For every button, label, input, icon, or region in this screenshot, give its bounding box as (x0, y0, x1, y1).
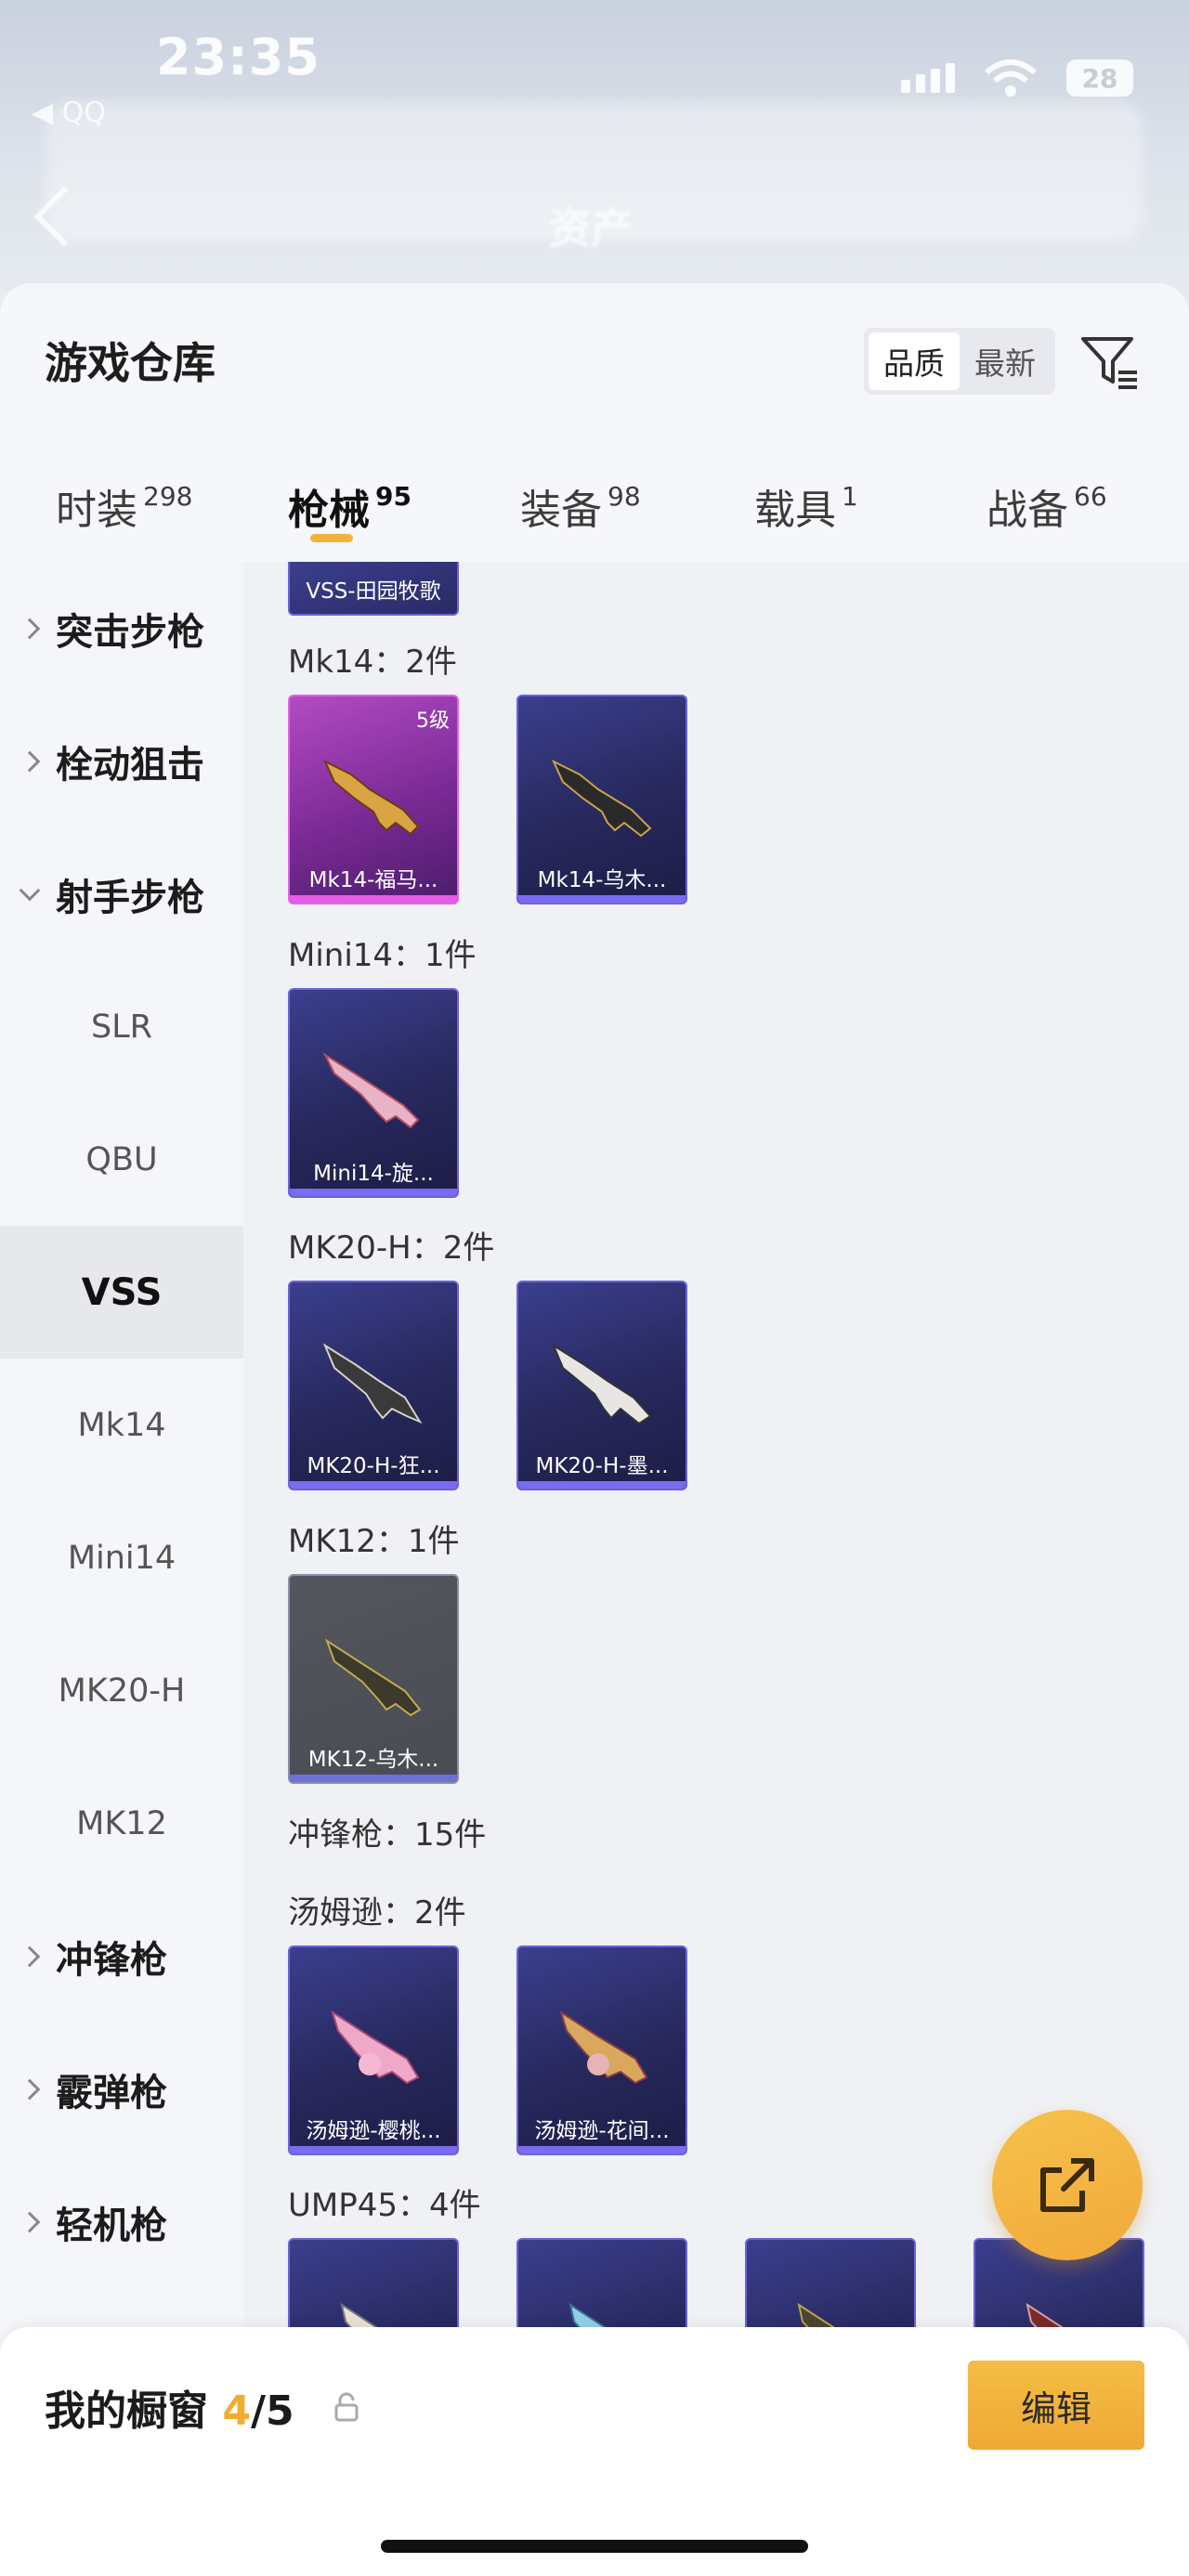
card-label: MK20-H-墨... (535, 1454, 669, 1478)
card-label: Mk14-乌木... (537, 868, 667, 892)
home-indicator (381, 2540, 808, 2553)
rifle-icon (322, 759, 420, 836)
skin-card-mk20h-2[interactable]: MK20-H-墨... (516, 1281, 687, 1490)
sidebar-item-mk14[interactable]: Mk14 (0, 1359, 243, 1491)
rifle-icon (551, 1343, 652, 1425)
chevron-right-icon (19, 1945, 41, 1967)
smg-icon (331, 2010, 420, 2085)
showcase-bar: 我的橱窗 4/5 编辑 (0, 2327, 1189, 2576)
level-badge: 5级 (416, 709, 450, 733)
card-label: VSS-田园牧歌 (306, 579, 441, 604)
edit-button[interactable]: 编辑 (968, 2361, 1144, 2450)
sidebar-group-lmg[interactable]: 轻机枪 (0, 2155, 243, 2288)
status-icons: 28 (901, 58, 1133, 98)
lock-icon (334, 2392, 359, 2422)
sidebar-group-shotgun[interactable]: 霰弹枪 (0, 2023, 243, 2155)
skin-card-mk14-2[interactable]: Mk14-乌木... (516, 695, 687, 904)
warehouse-title: 游戏仓库 (45, 338, 216, 388)
wifi-icon (985, 59, 1037, 97)
sidebar-item-slr[interactable]: SLR (0, 960, 243, 1093)
section-label-mk20h: MK20-H：2件 (288, 1229, 495, 1267)
card-label: Mini14-旋... (313, 1162, 434, 1186)
weapon-list: VSS-田园牧歌 Mk14：2件 5级 Mk14-福马... Mk14-乌木..… (243, 562, 1189, 2576)
smg-icon (559, 2010, 648, 2085)
showcase-total: /5 (250, 2387, 294, 2435)
showcase-count: 4 (222, 2387, 251, 2435)
section-label-smg: 冲锋枪：15件 (288, 1816, 487, 1854)
skin-card-mk20h-1[interactable]: MK20-H-狂... (288, 1281, 459, 1490)
card-label: 汤姆逊-花间... (534, 2119, 670, 2143)
skin-card-tommy-1[interactable]: 汤姆逊-樱桃... (288, 1945, 459, 2155)
weapon-category-sidebar: 突击步枪 栓动狙击 射手步枪 SLR QBU VSS Mk14 Mini14 M… (0, 562, 243, 2576)
active-tab-indicator (310, 534, 353, 542)
section-label-mk12: MK12：1件 (288, 1523, 460, 1560)
section-label-mk14: Mk14：2件 (288, 644, 457, 681)
skin-card-vss[interactable]: VSS-田园牧歌 (288, 562, 459, 616)
warehouse-sheet: 游戏仓库 品质 最新 时装 298 枪械 95 装备 98 载具 1 战备 66 突击步枪… (0, 283, 1189, 2576)
rifle-icon (325, 1638, 422, 1717)
showcase-title: 我的橱窗 4/5 (45, 2387, 294, 2435)
sort-latest-option[interactable]: 最新 (960, 332, 1051, 390)
sidebar-item-mk20h[interactable]: MK20-H (0, 1624, 243, 1757)
chevron-right-icon (19, 2078, 41, 2100)
sidebar-group-bolt-sniper[interactable]: 栓动狙击 (0, 695, 243, 827)
chevron-right-icon (19, 618, 41, 639)
share-button[interactable] (992, 2110, 1143, 2260)
skin-card-mini14-1[interactable]: Mini14-旋... (288, 988, 459, 1198)
chevron-down-icon (19, 879, 41, 901)
battery-icon: 28 (1066, 59, 1133, 97)
background-header: 23:35 ◀ QQ 28 资产 (0, 0, 1189, 297)
chevron-right-icon (19, 750, 41, 772)
sidebar-item-qbu[interactable]: QBU (0, 1093, 243, 1226)
sort-quality-option[interactable]: 品质 (869, 332, 960, 390)
sidebar-group-marksman-rifle[interactable]: 射手步枪 (0, 827, 243, 960)
skin-card-mk14-1[interactable]: 5级 Mk14-福马... (288, 695, 459, 904)
rifle-icon (551, 759, 652, 838)
sidebar-item-mk12[interactable]: MK12 (0, 1757, 243, 1890)
sidebar-item-mini14[interactable]: Mini14 (0, 1491, 243, 1624)
back-to-app-link[interactable]: ◀ QQ (32, 97, 106, 129)
chevron-right-icon (19, 2211, 41, 2232)
status-time: 23:35 (156, 28, 320, 86)
blurred-page-title: 资产 (548, 203, 634, 254)
sidebar-item-vss[interactable]: VSS (0, 1226, 243, 1359)
card-label: 汤姆逊-樱桃... (306, 2119, 441, 2143)
card-label: MK20-H-狂... (307, 1454, 440, 1478)
rifle-icon (322, 1343, 423, 1425)
category-tabs: 时装 298 枪械 95 装备 98 载具 1 战备 66 (0, 449, 1189, 551)
sort-toggle: 品质 最新 (864, 328, 1055, 395)
signal-icon (901, 63, 955, 93)
card-label: Mk14-福马... (308, 868, 438, 892)
filter-icon[interactable] (1078, 330, 1143, 395)
section-label-ump45: UMP45：4件 (288, 2187, 481, 2224)
section-label-mini14: Mini14：1件 (288, 937, 477, 974)
card-label: MK12-乌木... (307, 1748, 439, 1772)
external-link-icon (1040, 2158, 1094, 2212)
sheet-header: 游戏仓库 品质 最新 时装 298 枪械 95 装备 98 载具 1 战备 66 (0, 283, 1189, 562)
skin-card-tommy-2[interactable]: 汤姆逊-花间... (516, 1945, 687, 2155)
sidebar-group-smg[interactable]: 冲锋枪 (0, 1890, 243, 2023)
sidebar-group-assault-rifle[interactable]: 突击步枪 (0, 562, 243, 695)
section-label-tommy: 汤姆逊：2件 (288, 1894, 466, 1932)
skin-card-mk12-1[interactable]: MK12-乌木... (288, 1574, 459, 1784)
rifle-icon (322, 1052, 420, 1129)
